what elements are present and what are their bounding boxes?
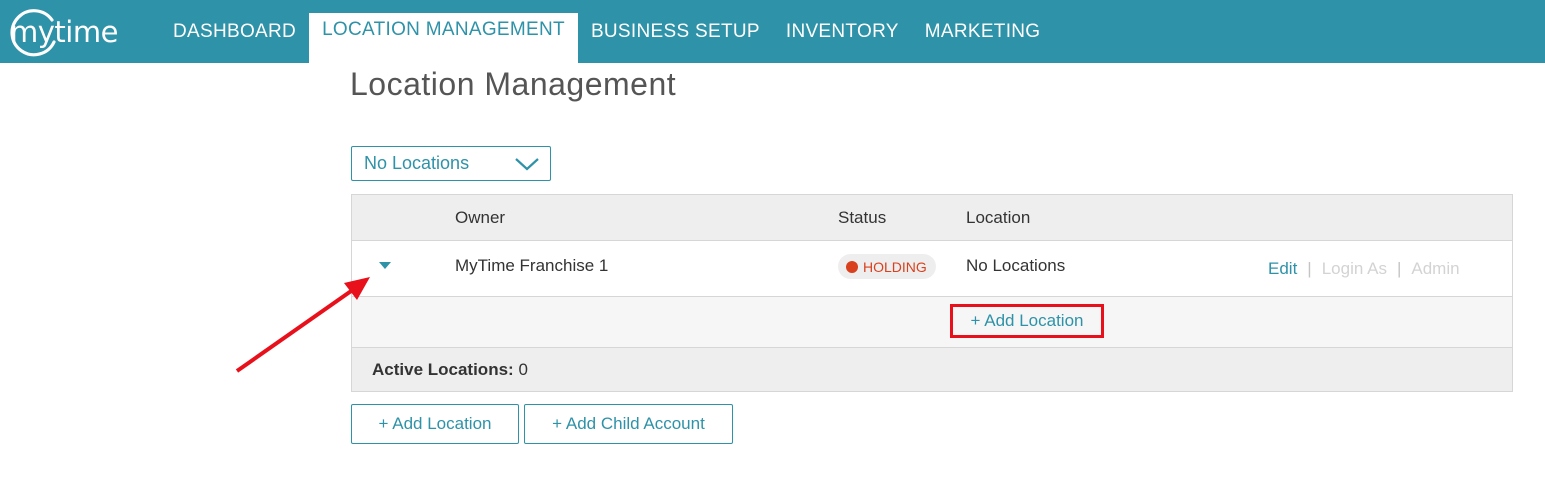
nav-inventory[interactable]: INVENTORY — [773, 0, 912, 63]
active-locations-count: 0 — [518, 360, 528, 379]
nav-marketing[interactable]: MARKETING — [912, 0, 1054, 63]
row-actions: Edit | Login As | Admin — [1268, 259, 1460, 279]
edit-link[interactable]: Edit — [1268, 259, 1297, 279]
logo-ring-icon — [10, 9, 56, 57]
table-footer: Active Locations: 0 — [352, 348, 1512, 391]
header-location: Location — [966, 208, 1031, 227]
table-row: MyTime Franchise 1 HOLDING No Locations … — [352, 241, 1512, 297]
nav-business-setup[interactable]: BUSINESS SETUP — [578, 0, 773, 63]
active-locations-label: Active Locations: — [372, 360, 514, 379]
active-locations-summary: Active Locations: 0 — [372, 360, 528, 380]
nav-location-management[interactable]: LOCATION MANAGEMENT — [309, 13, 578, 63]
top-navigation-bar: mytime DASHBOARD LOCATION MANAGEMENT BUS… — [0, 0, 1545, 63]
admin-link[interactable]: Admin — [1411, 259, 1459, 279]
table-header: Owner Status Location — [352, 195, 1512, 241]
action-separator: | — [1307, 259, 1312, 278]
header-owner: Owner — [455, 208, 506, 227]
main-nav: DASHBOARD LOCATION MANAGEMENT BUSINESS S… — [160, 0, 1053, 63]
login-as-link[interactable]: Login As — [1322, 259, 1387, 279]
expand-caret-icon[interactable] — [378, 261, 392, 270]
chevron-down-icon — [515, 158, 539, 171]
mytime-logo[interactable]: mytime — [10, 8, 118, 57]
status-label: HOLDING — [863, 258, 927, 275]
header-status: Status — [838, 208, 887, 227]
action-separator: | — [1396, 259, 1402, 278]
add-location-inline-button[interactable]: + Add Location — [950, 304, 1104, 338]
status-badge: HOLDING — [838, 254, 936, 279]
location-value: No Locations — [966, 256, 1066, 275]
status-dot-icon — [846, 260, 858, 273]
location-select[interactable]: No Locations — [351, 146, 551, 181]
owner-name: MyTime Franchise 1 — [455, 256, 609, 275]
add-location-button[interactable]: + Add Location — [351, 404, 519, 444]
nav-dashboard[interactable]: DASHBOARD — [160, 0, 309, 63]
page-title: Location Management — [350, 66, 677, 102]
locations-table: Owner Status Location MyTime Franchise 1… — [351, 194, 1513, 392]
add-child-account-button[interactable]: + Add Child Account — [524, 404, 733, 444]
table-subrow: + Add Location — [352, 297, 1512, 348]
location-select-value: No Locations — [364, 153, 470, 173]
